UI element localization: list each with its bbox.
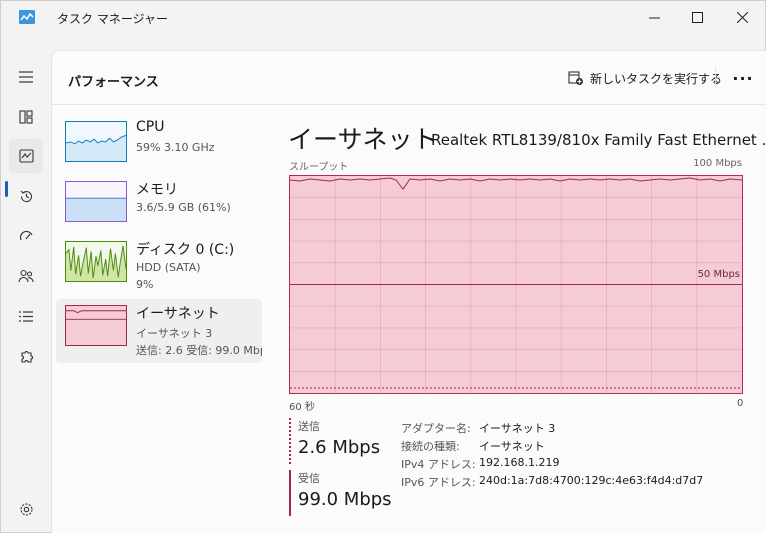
resource-usage: 9% bbox=[136, 278, 154, 291]
receive-stat: 受信 99.0 Mbps bbox=[289, 470, 409, 516]
graph-max-label: 100 Mbps bbox=[693, 158, 742, 169]
users-icon bbox=[18, 269, 34, 283]
cpu-thumbnail-graph bbox=[65, 121, 127, 162]
new-task-icon bbox=[568, 71, 583, 85]
close-button[interactable] bbox=[719, 1, 765, 33]
performance-icon bbox=[18, 149, 34, 163]
close-icon bbox=[736, 11, 748, 23]
nav-users[interactable] bbox=[9, 259, 43, 293]
property-key: 接続の種類: bbox=[401, 440, 460, 453]
more-options-button[interactable]: ··· bbox=[728, 63, 758, 93]
property-key: IPv6 アドレス: bbox=[401, 476, 476, 489]
puzzle-icon bbox=[20, 350, 33, 363]
send-value: 2.6 Mbps bbox=[298, 437, 381, 458]
details-list-icon bbox=[19, 310, 33, 322]
graph-axis-end: 0 bbox=[737, 398, 744, 409]
nav-services[interactable] bbox=[9, 339, 43, 373]
page-title: パフォーマンス bbox=[68, 75, 159, 90]
resource-detail: 3.6/5.9 GB (61%) bbox=[136, 201, 231, 214]
history-icon bbox=[20, 190, 32, 202]
property-value: イーサネット 3 bbox=[479, 422, 556, 435]
task-manager-window: タスク マネージャー パフォーマンス 新しいタスクを実行する ··· CPU 5… bbox=[0, 0, 766, 533]
page-header: パフォーマンス 新しいタスクを実行する ··· bbox=[52, 51, 766, 105]
memory-thumbnail-graph bbox=[65, 181, 127, 222]
send-label: 送信 bbox=[298, 420, 320, 433]
header-divider bbox=[715, 67, 716, 89]
main-panel: パフォーマンス 新しいタスクを実行する ··· CPU 59% 3.10 GHz bbox=[51, 50, 766, 533]
nav-active-indicator bbox=[5, 181, 8, 197]
resource-name: イーサネット bbox=[136, 306, 220, 322]
resource-name: ディスク 0 (C:) bbox=[136, 242, 235, 258]
nav-rail bbox=[1, 33, 51, 533]
graph-axis-start: 60 秒 bbox=[289, 402, 315, 413]
property-value: イーサネット bbox=[479, 440, 545, 453]
run-new-task-button[interactable]: 新しいタスクを実行する bbox=[568, 70, 722, 87]
nav-menu-button[interactable] bbox=[9, 60, 43, 94]
property-value: 240d:1a:7d8:4700:129c:4e63:f4d4:d7d7 bbox=[479, 474, 704, 487]
title-bar[interactable]: タスク マネージャー bbox=[1, 1, 765, 33]
resource-cpu[interactable]: CPU 59% 3.10 GHz bbox=[56, 115, 262, 179]
nav-performance[interactable] bbox=[9, 139, 43, 173]
ethernet-thumbnail-graph bbox=[65, 305, 127, 346]
send-stat: 送信 2.6 Mbps bbox=[289, 418, 409, 464]
resource-usage: 送信: 2.6 受信: 99.0 Mbps bbox=[136, 344, 262, 357]
property-key: IPv4 アドレス: bbox=[401, 458, 476, 471]
speedometer-icon bbox=[19, 230, 33, 241]
nav-details[interactable] bbox=[9, 299, 43, 333]
resource-detail: 59% 3.10 GHz bbox=[136, 141, 215, 154]
graph-mid-label: 50 Mbps bbox=[697, 269, 740, 280]
nav-processes[interactable] bbox=[9, 100, 43, 134]
disk-thumbnail-graph bbox=[65, 241, 127, 282]
graph-label: スループット bbox=[289, 162, 349, 173]
minimize-button[interactable] bbox=[631, 1, 677, 33]
task-manager-app-icon bbox=[19, 10, 35, 24]
gear-icon bbox=[19, 502, 33, 516]
receive-value: 99.0 Mbps bbox=[298, 489, 392, 510]
property-value: 192.168.1.219 bbox=[479, 456, 560, 469]
nav-startup-apps[interactable] bbox=[9, 219, 43, 253]
resource-disk[interactable]: ディスク 0 (C:) HDD (SATA) 9% bbox=[56, 235, 262, 299]
more-options-icon: ··· bbox=[732, 68, 754, 88]
receive-label: 受信 bbox=[298, 472, 320, 485]
hamburger-icon bbox=[19, 71, 33, 83]
resource-name: メモリ bbox=[136, 182, 178, 198]
nav-settings[interactable] bbox=[9, 492, 43, 526]
detail-title: イーサネット bbox=[288, 125, 438, 154]
resource-name: CPU bbox=[136, 119, 165, 135]
adapter-description: Realtek RTL8139/810x Family Fast Etherne… bbox=[431, 131, 766, 149]
window-title: タスク マネージャー bbox=[57, 12, 168, 26]
resource-ethernet[interactable]: イーサネット イーサネット 3 送信: 2.6 受信: 99.0 Mbps bbox=[56, 299, 262, 363]
maximize-icon bbox=[691, 11, 703, 23]
resource-detail: HDD (SATA) bbox=[136, 261, 201, 274]
run-new-task-label: 新しいタスクを実行する bbox=[590, 72, 723, 86]
resource-memory[interactable]: メモリ 3.6/5.9 GB (61%) bbox=[56, 175, 262, 239]
maximize-button[interactable] bbox=[674, 1, 720, 33]
property-key: アダプター名: bbox=[401, 422, 471, 435]
resource-detail: イーサネット 3 bbox=[136, 327, 213, 340]
nav-app-history[interactable] bbox=[9, 179, 43, 213]
minimize-icon bbox=[648, 17, 660, 18]
throughput-graph bbox=[289, 175, 743, 394]
processes-icon bbox=[19, 110, 33, 124]
